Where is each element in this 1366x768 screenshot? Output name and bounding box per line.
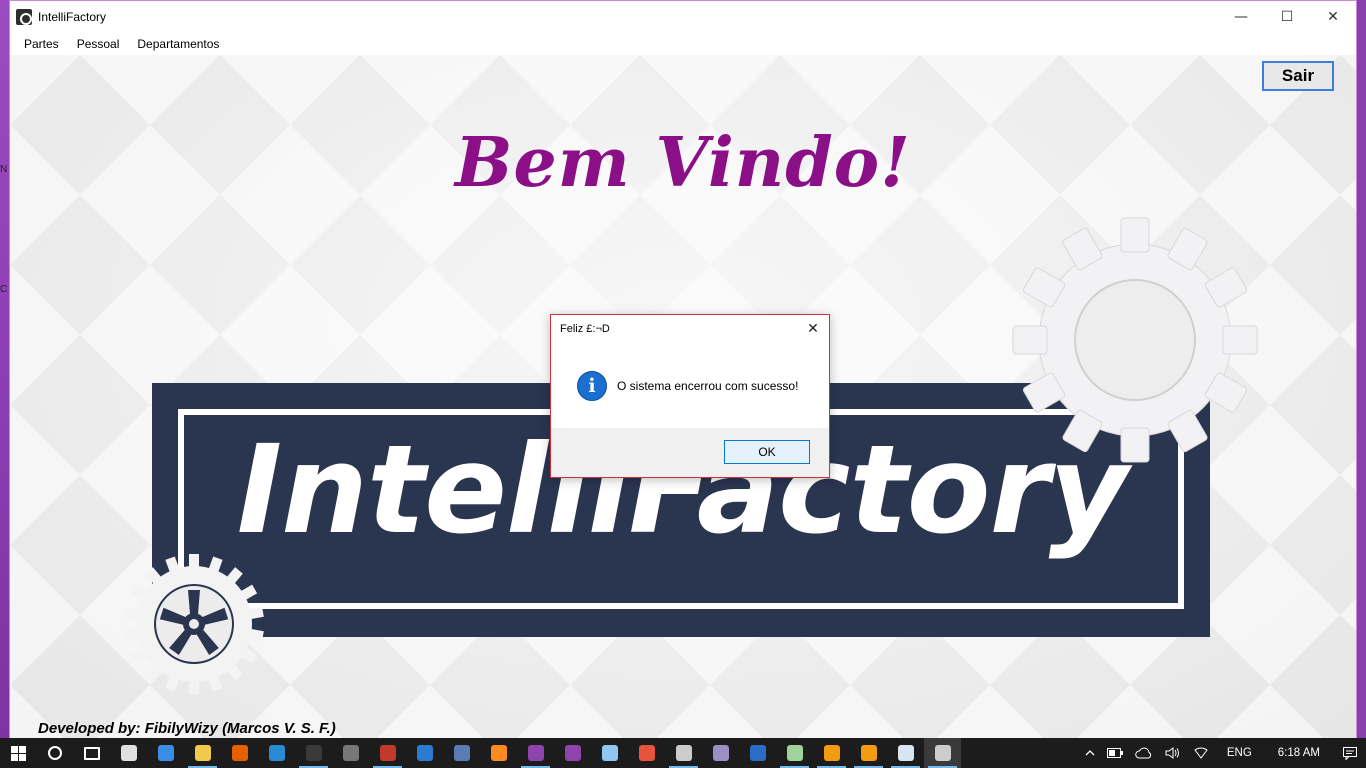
language-indicator[interactable]: ENG bbox=[1215, 747, 1264, 759]
taskbar-edge-icon[interactable] bbox=[147, 738, 184, 768]
large-gear-icon bbox=[1012, 217, 1258, 463]
search-icon bbox=[47, 746, 62, 760]
database-tool-icon bbox=[453, 745, 470, 761]
close-button[interactable]: ✕ bbox=[1310, 1, 1356, 32]
taskbar-apps bbox=[36, 738, 961, 768]
obs-icon bbox=[712, 745, 729, 761]
taskbar-database-tool-icon[interactable] bbox=[443, 738, 480, 768]
taskbar-document-icon[interactable] bbox=[887, 738, 924, 768]
virtualbox-icon bbox=[601, 745, 618, 761]
taskbar-task-view-icon[interactable] bbox=[73, 738, 110, 768]
maximize-button[interactable]: ☐ bbox=[1264, 1, 1310, 32]
dialog-message: O sistema encerrou com sucesso! bbox=[617, 379, 799, 393]
edge-icon bbox=[157, 745, 174, 761]
menu-partes[interactable]: Partes bbox=[15, 37, 68, 51]
taskbar-vlc-icon[interactable] bbox=[813, 738, 850, 768]
app-icon bbox=[16, 8, 32, 25]
access-icon bbox=[379, 745, 396, 761]
message-dialog: Feliz £:¬D ✕ i O sistema encerrou com su… bbox=[550, 314, 830, 478]
taskbar-access-icon[interactable] bbox=[369, 738, 406, 768]
notification-icon[interactable] bbox=[1334, 746, 1366, 760]
taskbar-obs-icon[interactable] bbox=[702, 738, 739, 768]
taskbar-virtualbox-icon[interactable] bbox=[591, 738, 628, 768]
taskbar-weibo-icon[interactable] bbox=[628, 738, 665, 768]
taskbar-visual-studio-2-icon[interactable] bbox=[517, 738, 554, 768]
desktop-fragment: C bbox=[0, 284, 8, 295]
file-explorer-icon bbox=[194, 745, 211, 761]
taskbar-search-icon[interactable] bbox=[36, 738, 73, 768]
menu-bar: Partes Pessoal Departamentos bbox=[10, 32, 1356, 55]
windows-logo-icon bbox=[10, 745, 26, 761]
box-app-icon bbox=[490, 745, 507, 761]
dialog-title: Feliz £:¬D bbox=[560, 323, 610, 335]
info-icon: i bbox=[577, 371, 607, 401]
browser-icon bbox=[749, 745, 766, 761]
menu-departamentos[interactable]: Departamentos bbox=[128, 37, 228, 51]
taskbar-store-icon[interactable] bbox=[110, 738, 147, 768]
clock[interactable]: 6:18 AM bbox=[1264, 747, 1334, 759]
desktop-edge: N C bbox=[0, 0, 9, 738]
weibo-icon bbox=[638, 745, 655, 761]
visual-studio-icon bbox=[564, 745, 581, 761]
vlc-icon bbox=[823, 745, 840, 761]
menu-pessoal[interactable]: Pessoal bbox=[68, 37, 129, 51]
dialog-footer: OK bbox=[551, 428, 829, 477]
window-controls: — ☐ ✕ bbox=[1218, 1, 1356, 32]
ok-button[interactable]: OK bbox=[724, 440, 810, 464]
store-icon bbox=[120, 745, 137, 761]
system-tray: ENG 6:18 AM bbox=[1079, 738, 1366, 768]
small-gear-icon bbox=[124, 554, 264, 694]
media-player-icon bbox=[860, 745, 877, 761]
gimp-icon bbox=[675, 745, 692, 761]
taskbar-vscode-icon[interactable] bbox=[406, 738, 443, 768]
title-bar[interactable]: IntelliFactory — ☐ ✕ bbox=[10, 1, 1356, 32]
desktop-fragment: N bbox=[0, 164, 8, 175]
chevron-up-icon[interactable] bbox=[1079, 750, 1101, 756]
notes-icon bbox=[786, 745, 803, 761]
taskbar-netbeans-icon[interactable] bbox=[295, 738, 332, 768]
taskbar-notes-icon[interactable] bbox=[776, 738, 813, 768]
taskbar-gimp-icon[interactable] bbox=[665, 738, 702, 768]
vscode-icon bbox=[416, 745, 433, 761]
taskbar-box-app-icon[interactable] bbox=[480, 738, 517, 768]
taskbar-media-player-icon[interactable] bbox=[850, 738, 887, 768]
taskbar-browser-icon[interactable] bbox=[739, 738, 776, 768]
taskbar-internet-explorer-icon[interactable] bbox=[258, 738, 295, 768]
taskbar-file-explorer-icon[interactable] bbox=[184, 738, 221, 768]
taskbar-firefox-icon[interactable] bbox=[221, 738, 258, 768]
developer-credit: Developed by: FibilyWizy (Marcos V. S. F… bbox=[38, 720, 336, 737]
internet-explorer-icon bbox=[268, 745, 285, 761]
intellifactory-icon bbox=[934, 745, 951, 761]
visual-studio-2-icon bbox=[527, 745, 544, 761]
taskbar-intellifactory-icon[interactable] bbox=[924, 738, 961, 768]
volume-icon[interactable] bbox=[1159, 747, 1187, 759]
inkscape-icon bbox=[342, 745, 359, 761]
battery-icon[interactable] bbox=[1101, 748, 1129, 758]
taskbar: ENG 6:18 AM bbox=[0, 738, 1366, 768]
dialog-close-button[interactable]: ✕ bbox=[803, 319, 823, 339]
minimize-button[interactable]: — bbox=[1218, 1, 1264, 32]
netbeans-icon bbox=[305, 745, 322, 761]
document-icon bbox=[897, 745, 914, 761]
firefox-icon bbox=[231, 745, 248, 761]
start-button[interactable] bbox=[0, 738, 36, 768]
welcome-heading: Bem Vindo! bbox=[455, 123, 911, 203]
window-title: IntelliFactory bbox=[38, 9, 107, 24]
wifi-icon[interactable] bbox=[1187, 747, 1215, 759]
taskbar-inkscape-icon[interactable] bbox=[332, 738, 369, 768]
task-view-icon bbox=[83, 746, 100, 760]
taskbar-visual-studio-icon[interactable] bbox=[554, 738, 591, 768]
cloud-icon[interactable] bbox=[1129, 747, 1159, 759]
exit-button[interactable]: Sair bbox=[1262, 61, 1334, 91]
